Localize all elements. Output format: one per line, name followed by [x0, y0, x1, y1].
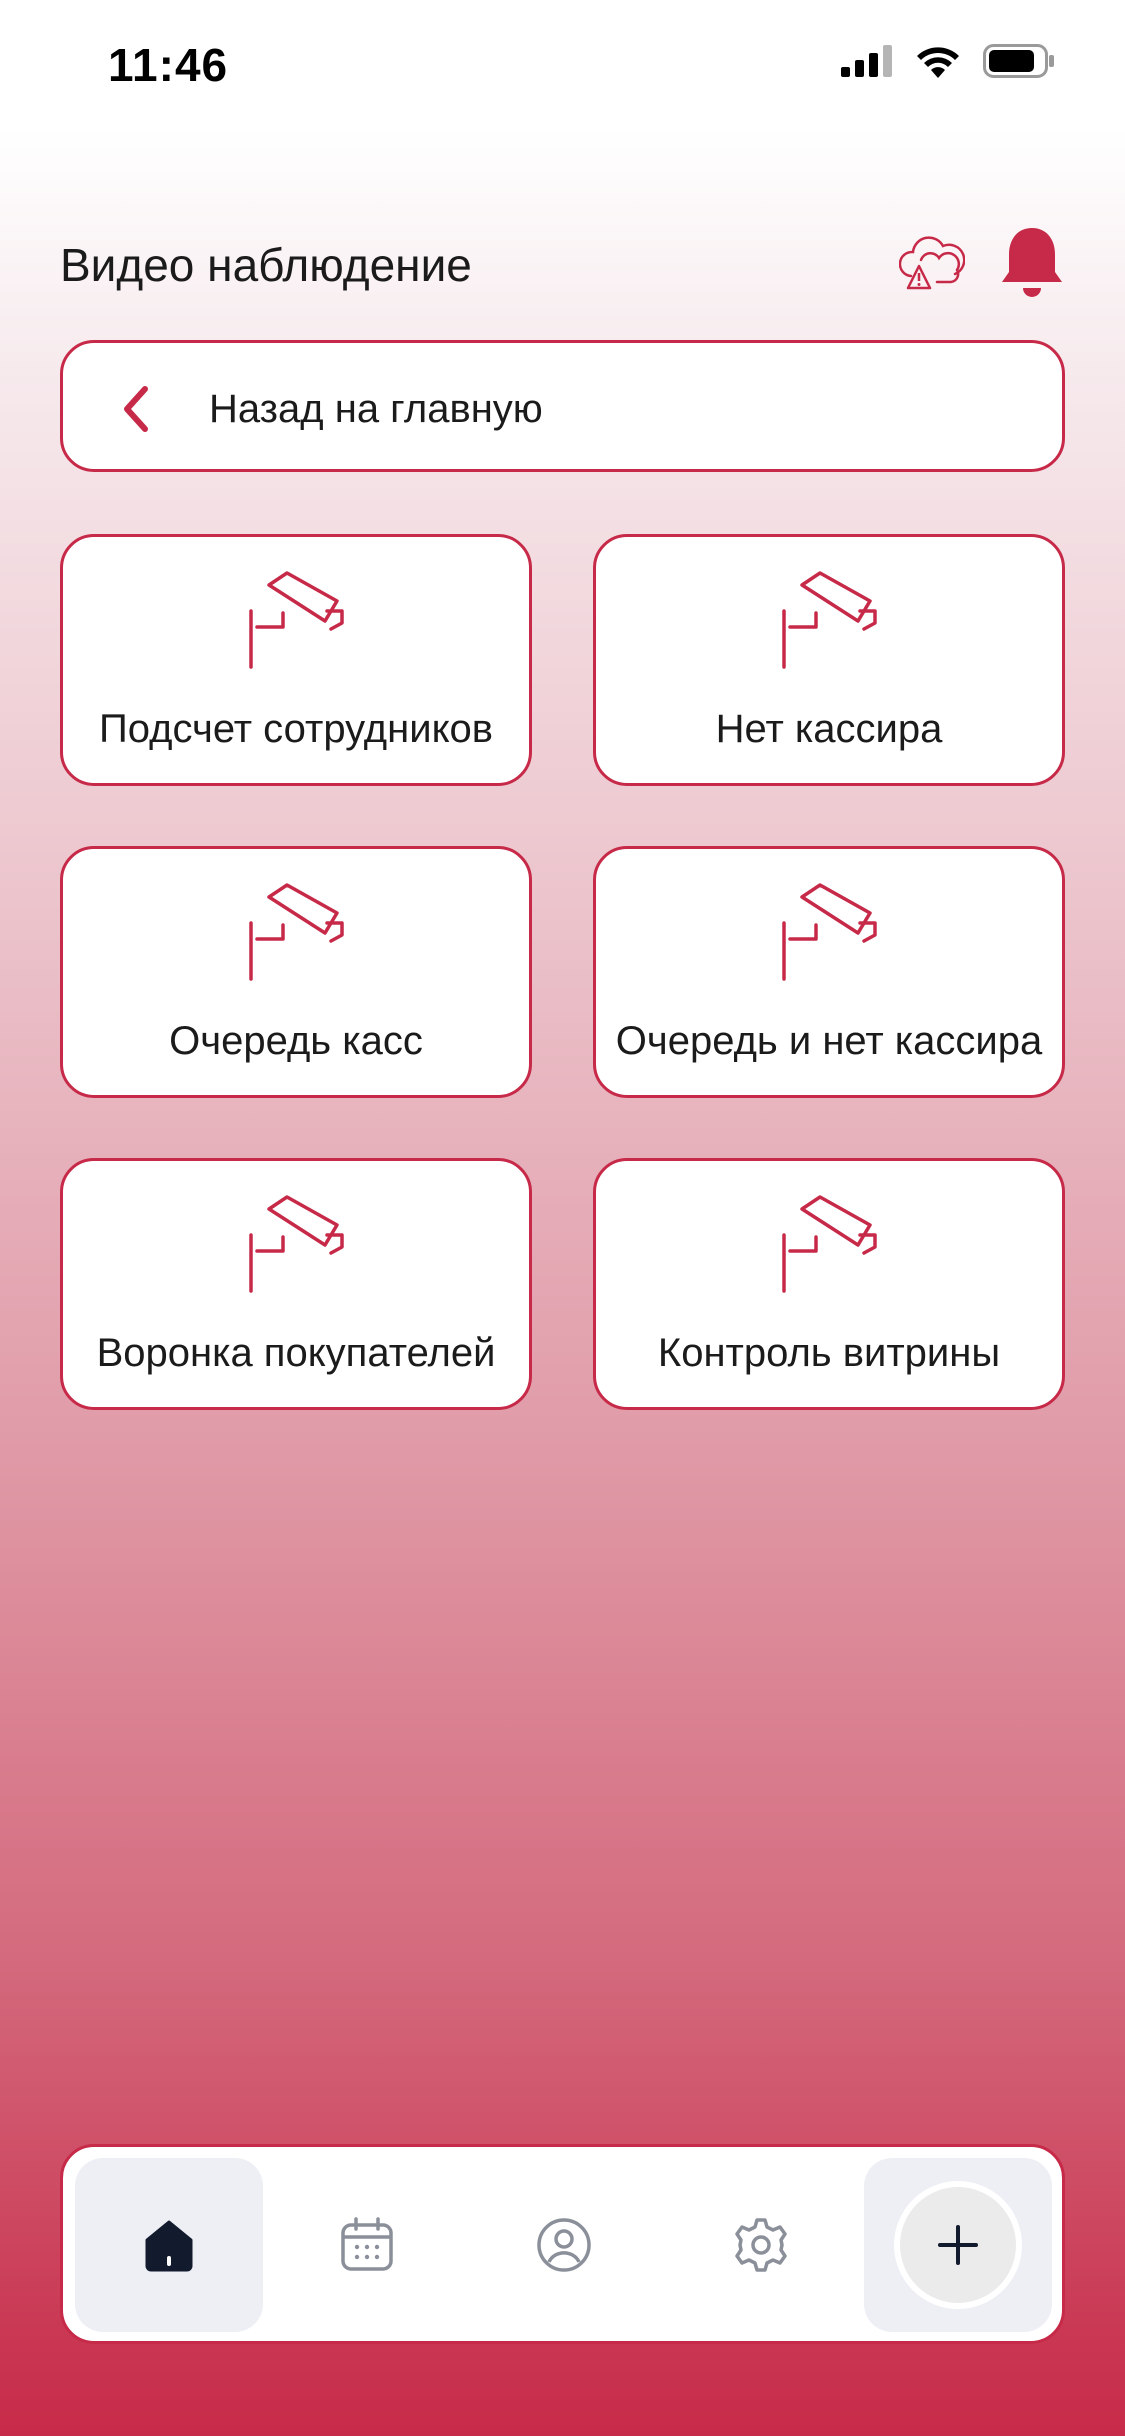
calendar-icon [341, 2217, 393, 2271]
tab-bar [60, 2144, 1065, 2344]
cloud-warning-icon[interactable] [899, 230, 965, 296]
wifi-icon [917, 47, 959, 78]
card-label: Очередь и нет кассира [615, 1019, 1043, 1063]
card-showcase-control[interactable]: Контроль витрины [593, 1158, 1065, 1410]
battery-icon [983, 44, 1054, 78]
security-camera-icon [249, 1195, 344, 1293]
back-to-home-button[interactable]: Назад на главную [60, 340, 1065, 472]
card-label: Подсчет сотрудников [98, 707, 494, 751]
security-camera-icon [782, 1195, 877, 1293]
security-camera-icon [249, 883, 344, 981]
card-checkout-queue[interactable]: Очередь касс [60, 846, 532, 1098]
bell-icon[interactable] [999, 224, 1065, 300]
tab-add[interactable] [864, 2158, 1052, 2332]
signal-icon [841, 45, 892, 77]
plus-icon [938, 2225, 978, 2265]
status-icons [841, 44, 1055, 78]
settings-icon [735, 2218, 787, 2272]
card-label: Нет кассира [715, 707, 943, 751]
page-title: Видео наблюдение [60, 239, 472, 291]
card-queue-and-no-cashier[interactable]: Очередь и нет кассира [593, 846, 1065, 1098]
profile-icon [537, 2218, 591, 2272]
back-button-label: Назад на главную [209, 387, 543, 431]
status-time: 11:46 [108, 39, 229, 91]
tab-home[interactable] [75, 2158, 263, 2332]
security-camera-icon [782, 571, 877, 669]
card-label: Воронка покупателей [96, 1331, 496, 1375]
header: Видео наблюдение [60, 220, 1065, 310]
status-bar: 11:46 [0, 0, 1125, 130]
chevron-left-icon [124, 386, 148, 432]
security-camera-icon [782, 883, 877, 981]
card-no-cashier[interactable]: Нет кассира [593, 534, 1065, 786]
tab-profile[interactable] [470, 2158, 658, 2332]
card-employee-count[interactable]: Подсчет сотрудников [60, 534, 532, 786]
tab-calendar[interactable] [273, 2158, 461, 2332]
card-label: Контроль витрины [657, 1331, 1001, 1375]
card-customer-funnel[interactable]: Воронка покупателей [60, 1158, 532, 1410]
tab-settings[interactable] [667, 2158, 855, 2332]
add-button[interactable] [894, 2181, 1022, 2309]
card-label: Очередь касс [169, 1019, 423, 1063]
home-icon [145, 2220, 193, 2272]
security-camera-icon [249, 571, 344, 669]
